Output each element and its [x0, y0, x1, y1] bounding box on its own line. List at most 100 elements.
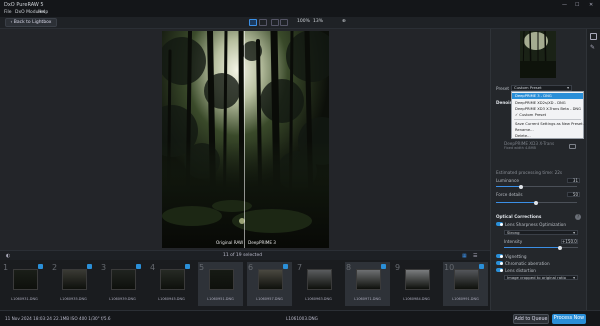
force-details-slider-knob[interactable]	[534, 200, 538, 205]
filmstrip-thumb[interactable]: 4 L1060945.DNG	[149, 262, 194, 306]
selected-badge-icon[interactable]	[38, 264, 43, 269]
selected-badge-icon[interactable]	[185, 264, 190, 269]
add-to-queue-button[interactable]: Add to Queue	[513, 314, 549, 324]
intensity-value[interactable]: +150.0	[561, 239, 578, 244]
denoise-note: Fixed width 4.8MB	[504, 146, 536, 150]
chromatic-label: Chromatic aberration	[505, 261, 550, 266]
thumb-index: 6	[248, 263, 254, 272]
preset-option-deepprime3[interactable]: DeepPRIME 3 - DNG	[512, 93, 583, 99]
menu-file[interactable]: File	[4, 10, 12, 15]
sharpness-preset-select[interactable]: Strong ▾	[504, 230, 578, 235]
chromatic-toggle[interactable]	[496, 261, 503, 265]
luminance-value[interactable]: 31	[567, 178, 580, 183]
intensity-label: Intensity	[504, 239, 523, 244]
thumb-index: 1	[3, 263, 9, 272]
maximize-icon[interactable]: ☐	[575, 2, 579, 8]
chevron-down-icon: ▾	[573, 275, 575, 280]
filmstrip-thumb[interactable]: 7 L1060963.DNG	[296, 262, 341, 306]
thumb-image	[13, 269, 38, 290]
thumb-index: 4	[150, 263, 156, 272]
thumb-image	[111, 269, 136, 290]
luminance-slider-knob[interactable]	[519, 184, 523, 189]
thumb-index: 3	[101, 263, 107, 272]
thumb-index: 9	[395, 263, 401, 272]
lens-sharpness-toggle[interactable]	[496, 222, 503, 226]
target-icon[interactable]: ⊕	[342, 19, 346, 24]
contrast-icon[interactable]: ◐	[6, 253, 10, 259]
menu-divider	[514, 119, 581, 120]
filmstrip: 1 L1060931.DNG 2 L1060935.DNG 3 L1060939.DNG 4…	[0, 260, 528, 310]
filmstrip-thumb[interactable]: 6 L1060957.DNG	[247, 262, 292, 306]
selected-badge-icon[interactable]	[283, 264, 288, 269]
vignetting-toggle[interactable]	[496, 254, 503, 258]
estimated-time: Estimated processing time: 22s	[496, 170, 563, 175]
lens-sharpness-label: Lens Sharpness Optimization	[505, 222, 566, 227]
filmstrip-thumb[interactable]: 2 L1060935.DNG	[51, 262, 96, 306]
thumb-index: 10	[444, 263, 455, 272]
thumb-filename: L1060991.DNG	[452, 297, 479, 301]
thumb-image	[209, 269, 234, 290]
process-now-button[interactable]: Process Now	[552, 314, 586, 324]
filmstrip-thumb[interactable]: 8 L1060971.DNG	[345, 262, 390, 306]
side-by-side-icon[interactable]	[259, 19, 267, 26]
navigator-thumbnail[interactable]	[520, 31, 556, 78]
filmstrip-thumb[interactable]: 1 L1060931.DNG	[2, 262, 47, 306]
info-icon[interactable]: ?	[575, 214, 581, 220]
selected-badge-icon[interactable]	[381, 264, 386, 269]
menu-help[interactable]: Help	[38, 10, 48, 15]
filmstrip-thumb[interactable]: 5 L1060951.DNG	[198, 262, 243, 306]
selected-badge-icon[interactable]	[479, 264, 484, 269]
distortion-toggle[interactable]	[496, 268, 503, 272]
force-details-label: Force details	[496, 192, 523, 197]
thumb-index: 8	[346, 263, 352, 272]
luminance-slider-fill	[496, 186, 521, 187]
grid-view-icon[interactable]: ▦	[462, 253, 467, 259]
selected-badge-icon[interactable]	[87, 264, 92, 269]
split-view-icon[interactable]	[271, 19, 279, 26]
list-view-icon[interactable]: ☰	[473, 253, 477, 259]
thumb-image	[62, 269, 87, 290]
deepprime-label: DeepPRIME 3	[248, 240, 276, 245]
sharpness-preset-value: Strong	[507, 230, 520, 235]
menu-bar: File DxO Modules Help	[0, 10, 600, 17]
thumb-filename: L1060963.DNG	[305, 297, 332, 301]
title-bar: DxO PureRAW 5 — ☐ ✕	[0, 0, 600, 10]
filmstrip-header: ◐ 11 of 19 selected ▦ ☰	[0, 250, 490, 260]
brush-icon[interactable]: ✎	[590, 44, 597, 51]
chevron-down-icon: ▾	[567, 85, 569, 90]
intensity-slider-fill	[504, 247, 560, 248]
luminance-label: Luminance	[496, 178, 519, 183]
single-view-icon[interactable]	[249, 19, 257, 26]
thumb-index: 5	[199, 263, 205, 272]
filmstrip-thumb[interactable]: 10 L1060991.DNG	[443, 262, 488, 306]
thumb-index: 2	[52, 263, 58, 272]
preset-label: Preset	[496, 86, 510, 91]
filmstrip-thumb[interactable]: 3 L1060939.DNG	[100, 262, 145, 306]
distortion-label: Lens distortion	[505, 268, 536, 273]
loupe-icon[interactable]	[280, 19, 288, 26]
preview-image[interactable]: Original RAW DeepPRIME 3	[162, 31, 329, 248]
back-to-lightbox-button[interactable]: ‹ Back to Lightbox	[5, 18, 57, 27]
delete-preset-option[interactable]: Delete...	[512, 133, 583, 139]
compare-icon[interactable]	[569, 144, 576, 149]
thumb-filename: L1060971.DNG	[354, 297, 381, 301]
original-raw-label: Original RAW	[216, 240, 244, 245]
thumb-image	[405, 269, 430, 290]
force-details-value[interactable]: 50	[567, 192, 580, 197]
preset-option-custom[interactable]: ✓ Custom Preset	[512, 112, 583, 118]
panel-settings-icon[interactable]	[590, 33, 597, 40]
distortion-crop-select[interactable]: Image cropped to original ratio ▾	[504, 275, 578, 280]
zoom-level-select[interactable]: 13%	[313, 19, 323, 24]
selection-count: 11 of 19 selected	[223, 253, 263, 258]
minimize-icon[interactable]: —	[562, 2, 567, 8]
split-divider-handle[interactable]	[244, 31, 245, 248]
close-icon[interactable]: ✕	[589, 2, 593, 8]
selected-badge-icon[interactable]	[136, 264, 141, 269]
thumb-image	[356, 269, 381, 290]
intensity-slider-knob[interactable]	[558, 245, 562, 250]
thumb-filename: L1060931.DNG	[11, 297, 38, 301]
zoom-fit-value[interactable]: 100%	[297, 19, 310, 24]
filmstrip-thumb[interactable]: 9 L1060984.DNG	[394, 262, 439, 306]
status-bar: 11 Nov 2024 18:03:24 22.1MB ISO 400 1/30…	[0, 310, 600, 326]
toolbar: ‹ Back to Lightbox 100% 13% ⊕	[0, 17, 600, 29]
